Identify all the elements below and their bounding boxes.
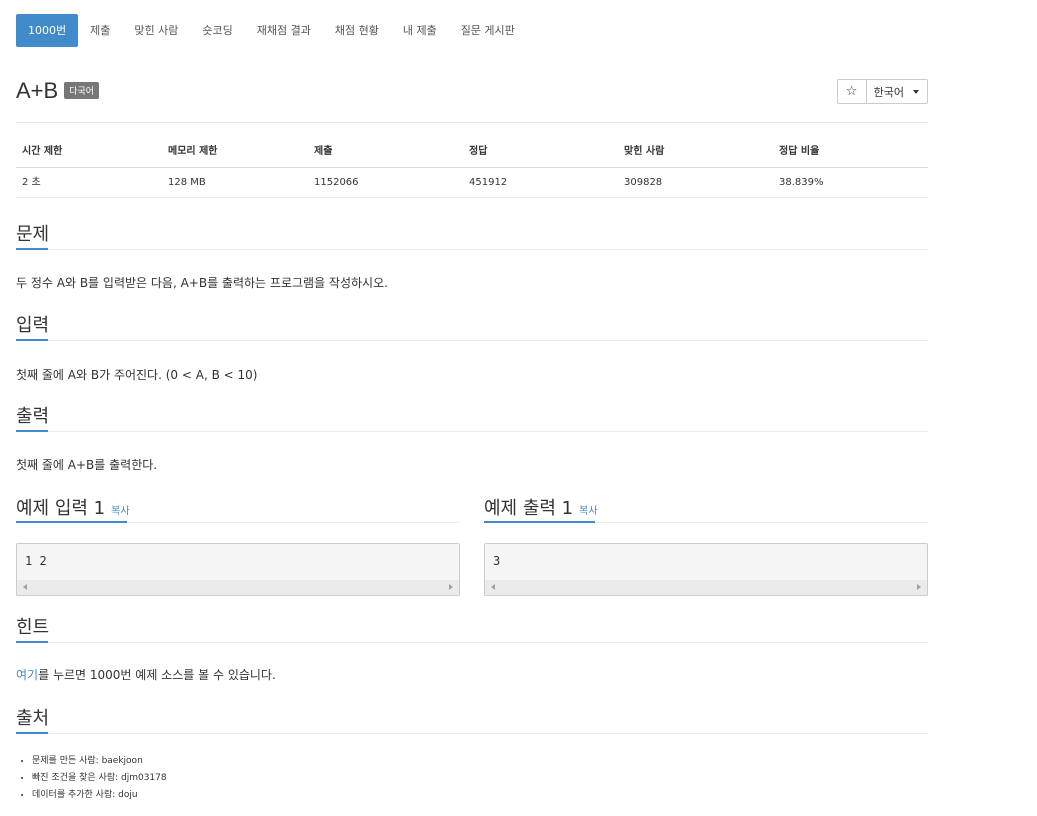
scroll-right-icon[interactable] — [917, 584, 921, 590]
problem-info-table: 시간 제한 메모리 제한 제출 정답 맞힌 사람 정답 비율 2 초 128 M… — [16, 137, 928, 198]
copy-sample-output-link[interactable]: 복사 — [579, 506, 597, 517]
language-dropdown[interactable]: 한국어 — [866, 79, 928, 104]
sample-input-heading: 예제 입력 1 복사 — [16, 494, 130, 520]
sample-input-content: 1 2 — [25, 554, 47, 568]
section-divider — [16, 733, 928, 734]
tab-qna-board[interactable]: 질문 게시판 — [449, 14, 527, 47]
horizontal-scrollbar[interactable] — [17, 580, 459, 595]
problem-description-heading: 문제 — [16, 224, 50, 245]
input-heading: 입력 — [16, 315, 50, 336]
output-heading: 출력 — [16, 406, 50, 427]
tab-submit[interactable]: 제출 — [78, 14, 122, 47]
tab-solved-users[interactable]: 맞힌 사람 — [122, 14, 190, 47]
header-time-limit: 시간 제한 — [22, 146, 63, 157]
value-time-limit: 2 초 — [22, 177, 41, 188]
scroll-right-icon[interactable] — [449, 584, 453, 590]
caret-down-icon — [913, 89, 919, 94]
copy-sample-input-link[interactable]: 복사 — [111, 506, 129, 517]
favorite-button[interactable]: ☆ — [836, 79, 867, 104]
example-source-link[interactable]: 여기 — [16, 668, 38, 682]
section-accent — [16, 430, 48, 432]
section-accent — [484, 521, 595, 523]
horizontal-scrollbar[interactable] — [485, 580, 927, 595]
header-memory-limit: 메모리 제한 — [168, 146, 218, 157]
list-item: 문제를 만든 사람: baekjoon — [32, 753, 167, 770]
sample-output-content: 3 — [493, 554, 501, 568]
tab-rejudge-results[interactable]: 재채점 결과 — [245, 14, 323, 47]
table-row: 2 초 128 MB 1152066 451912 309828 38.839% — [16, 168, 928, 198]
sample-output-title: 예제 출력 1 — [484, 498, 574, 519]
header-solvers: 맞힌 사람 — [624, 146, 665, 157]
star-icon: ☆ — [845, 84, 858, 99]
tab-judge-status[interactable]: 채점 현황 — [323, 14, 391, 47]
section-accent — [16, 248, 48, 250]
problem-title: A+B — [16, 78, 59, 103]
section-accent — [16, 732, 48, 734]
problem-tools: ☆ 한국어 — [836, 79, 928, 104]
output-description: 첫째 줄에 A+B를 출력한다. — [16, 458, 158, 472]
hint-description: 를 누르면 1000번 예제 소스를 볼 수 있습니다. — [38, 668, 276, 682]
sample-output-heading: 예제 출력 1 복사 — [484, 494, 598, 520]
hint-text: 여기를 누르면 1000번 예제 소스를 볼 수 있습니다. — [16, 666, 276, 683]
table-header-row: 시간 제한 메모리 제한 제출 정답 맞힌 사람 정답 비율 — [16, 137, 928, 168]
value-solvers: 309828 — [624, 177, 663, 188]
section-divider — [16, 431, 928, 432]
section-divider — [16, 340, 928, 341]
problem-description: 두 정수 A와 B를 입력받은 다음, A+B를 출력하는 프로그램을 작성하시… — [16, 276, 388, 290]
hint-heading: 힌트 — [16, 617, 50, 638]
list-item: 데이터를 추가한 사람: doju — [32, 787, 167, 804]
section-divider — [16, 249, 928, 250]
source-heading: 출처 — [16, 708, 50, 729]
title-divider — [16, 122, 928, 123]
sample-input-box: 1 2 — [16, 543, 460, 596]
section-divider — [16, 642, 928, 643]
scroll-left-icon[interactable] — [491, 584, 495, 590]
input-description: 첫째 줄에 A와 B가 주어진다. (0 < A, B < 10) — [16, 368, 258, 382]
scroll-left-icon[interactable] — [23, 584, 27, 590]
header-ratio: 정답 비율 — [779, 146, 820, 157]
header-accepted: 정답 — [469, 146, 488, 157]
tab-short-coding[interactable]: 숏코딩 — [190, 14, 244, 47]
section-accent — [16, 521, 127, 523]
section-accent — [16, 339, 48, 341]
header-submissions: 제출 — [314, 146, 333, 157]
tab-problem[interactable]: 1000번 — [16, 14, 79, 47]
value-accepted: 451912 — [469, 177, 508, 188]
source-list: 문제를 만든 사람: baekjoon 빠진 조건을 찾은 사람: djm031… — [16, 753, 167, 804]
section-accent — [16, 641, 48, 643]
multilingual-badge: 다국어 — [64, 81, 100, 99]
tab-my-submissions[interactable]: 내 제출 — [391, 14, 449, 47]
problem-tabs: 1000번 제출 맞힌 사람 숏코딩 재채점 결과 채점 현황 내 제출 질문 … — [16, 14, 527, 47]
value-ratio: 38.839% — [779, 177, 824, 188]
sample-output-box: 3 — [484, 543, 928, 596]
list-item: 빠진 조건을 찾은 사람: djm03178 — [32, 770, 167, 787]
value-submissions: 1152066 — [314, 177, 359, 188]
language-label: 한국어 — [873, 85, 904, 99]
value-memory-limit: 128 MB — [168, 177, 206, 188]
sample-input-title: 예제 입력 1 — [16, 498, 106, 519]
page-title: A+B 다국어 — [16, 78, 100, 104]
